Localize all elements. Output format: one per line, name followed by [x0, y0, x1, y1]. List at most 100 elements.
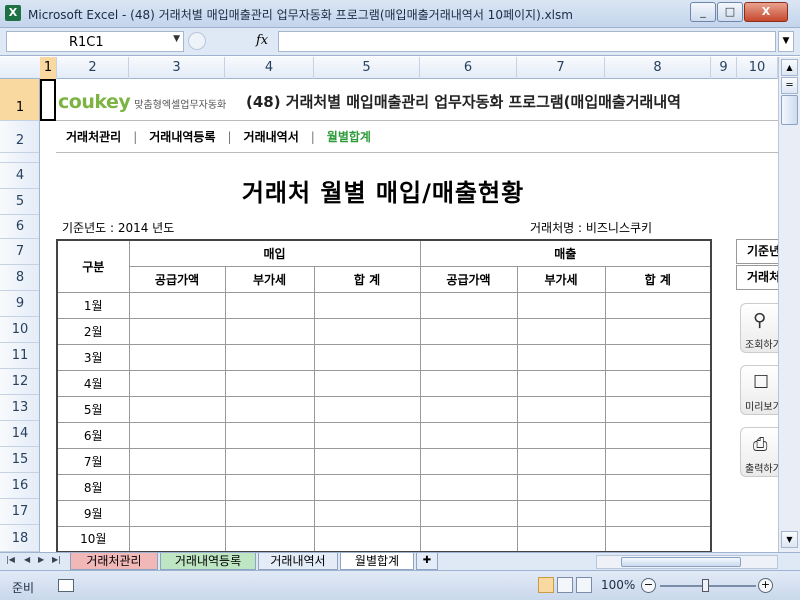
expand-formula-bar-button[interactable]: ▼	[778, 31, 794, 52]
column-header[interactable]: 10	[737, 57, 778, 79]
nav-monthly-total[interactable]: 월별합계	[327, 128, 371, 145]
table-cell[interactable]	[128, 291, 226, 319]
column-header[interactable]: 7	[517, 57, 605, 79]
table-cell[interactable]	[313, 395, 421, 423]
excel-app-icon[interactable]: X	[5, 5, 21, 21]
row-header[interactable]: 11	[0, 343, 39, 369]
column-header[interactable]: 4	[225, 57, 314, 79]
column-header[interactable]: 8	[605, 57, 711, 79]
table-cell[interactable]	[313, 525, 421, 552]
table-cell[interactable]	[128, 525, 226, 552]
column-header[interactable]: 2	[57, 57, 129, 79]
table-cell[interactable]	[224, 447, 315, 475]
row-header[interactable]: 9	[0, 291, 39, 317]
table-cell[interactable]	[604, 395, 712, 423]
table-cell[interactable]	[313, 291, 421, 319]
table-cell[interactable]	[419, 499, 518, 527]
row-header[interactable]: 14	[0, 421, 39, 447]
table-cell[interactable]	[419, 395, 518, 423]
zoom-in-button[interactable]: +	[758, 578, 773, 593]
table-cell[interactable]	[224, 499, 315, 527]
column-header[interactable]: 1	[40, 57, 57, 79]
table-cell[interactable]	[516, 473, 606, 501]
table-cell[interactable]	[224, 395, 315, 423]
formula-divider-handle[interactable]	[188, 32, 206, 50]
scroll-down-button[interactable]: ▼	[781, 531, 798, 548]
last-sheet-icon[interactable]: ▶|	[52, 555, 61, 564]
table-cell[interactable]	[419, 343, 518, 371]
base-year-box[interactable]: 기준년	[736, 239, 778, 264]
normal-view-icon[interactable]	[538, 577, 554, 593]
table-cell[interactable]	[604, 525, 712, 552]
column-header[interactable]: 5	[314, 57, 420, 79]
table-cell[interactable]	[224, 421, 315, 449]
split-handle[interactable]: ═	[781, 77, 798, 94]
close-button[interactable]: X	[744, 2, 788, 22]
chevron-down-icon[interactable]: ▼	[173, 34, 180, 44]
table-cell[interactable]	[224, 343, 315, 371]
table-cell[interactable]	[419, 473, 518, 501]
first-sheet-icon[interactable]: |◀	[6, 555, 15, 564]
horizontal-scrollbar[interactable]	[596, 555, 778, 569]
sheet-tab-txn-register[interactable]: 거래내역등록	[160, 553, 256, 570]
table-cell[interactable]	[604, 317, 712, 345]
table-cell[interactable]	[419, 421, 518, 449]
table-cell[interactable]	[224, 369, 315, 397]
insert-sheet-icon[interactable]: ✚	[416, 553, 438, 570]
zoom-level[interactable]: 100%	[601, 578, 635, 592]
formula-input[interactable]	[278, 31, 776, 52]
row-header[interactable]: 7	[0, 239, 39, 265]
table-cell[interactable]	[128, 369, 226, 397]
row-header[interactable]: 15	[0, 447, 39, 473]
name-box[interactable]: R1C1 ▼	[6, 31, 184, 52]
table-cell[interactable]	[128, 447, 226, 475]
row-header[interactable]: 2	[0, 121, 39, 153]
table-cell[interactable]	[516, 317, 606, 345]
table-cell[interactable]	[516, 421, 606, 449]
row-header[interactable]: 16	[0, 473, 39, 499]
print-button[interactable]: ⎙ 출력하기	[740, 427, 778, 477]
table-cell[interactable]	[516, 369, 606, 397]
table-cell[interactable]	[604, 447, 712, 475]
zoom-out-button[interactable]: −	[641, 578, 656, 593]
table-cell[interactable]	[128, 395, 226, 423]
table-cell[interactable]	[516, 291, 606, 319]
table-cell[interactable]	[604, 499, 712, 527]
maximize-button[interactable]: □	[717, 2, 743, 22]
table-cell[interactable]	[419, 369, 518, 397]
preview-button[interactable]: ☐ 미리보기	[740, 365, 778, 415]
partner-box[interactable]: 거래처	[736, 265, 778, 290]
row-header[interactable]: 12	[0, 369, 39, 395]
table-cell[interactable]	[604, 291, 712, 319]
table-cell[interactable]	[313, 447, 421, 475]
table-cell[interactable]	[128, 499, 226, 527]
table-cell[interactable]	[224, 317, 315, 345]
column-header[interactable]: 3	[129, 57, 225, 79]
row-header[interactable]: 17	[0, 499, 39, 525]
sheet-tab-txn-statement[interactable]: 거래내역서	[258, 553, 338, 570]
vertical-scrollbar[interactable]: ▲ ═ ▼	[778, 57, 800, 552]
page-break-view-icon[interactable]	[576, 577, 592, 593]
table-cell[interactable]	[516, 447, 606, 475]
table-cell[interactable]	[516, 395, 606, 423]
scroll-up-button[interactable]: ▲	[781, 59, 798, 76]
table-cell[interactable]	[516, 499, 606, 527]
nav-partner-mgmt[interactable]: 거래처관리	[66, 128, 121, 145]
table-cell[interactable]	[419, 317, 518, 345]
row-header[interactable]: 8	[0, 265, 39, 291]
nav-txn-register[interactable]: 거래내역등록	[149, 128, 215, 145]
row-header[interactable]: 13	[0, 395, 39, 421]
next-sheet-icon[interactable]: ▶	[38, 555, 44, 564]
table-cell[interactable]	[128, 317, 226, 345]
row-header[interactable]: 1	[0, 79, 39, 121]
row-header[interactable]: 6	[0, 215, 39, 239]
table-cell[interactable]	[604, 421, 712, 449]
table-cell[interactable]	[516, 525, 606, 552]
table-cell[interactable]	[224, 525, 315, 552]
table-cell[interactable]	[604, 369, 712, 397]
row-header[interactable]: 18	[0, 525, 39, 552]
table-cell[interactable]	[224, 473, 315, 501]
table-cell[interactable]	[313, 369, 421, 397]
search-button[interactable]: ⚲ 조회하기	[740, 303, 778, 353]
page-layout-view-icon[interactable]	[557, 577, 573, 593]
